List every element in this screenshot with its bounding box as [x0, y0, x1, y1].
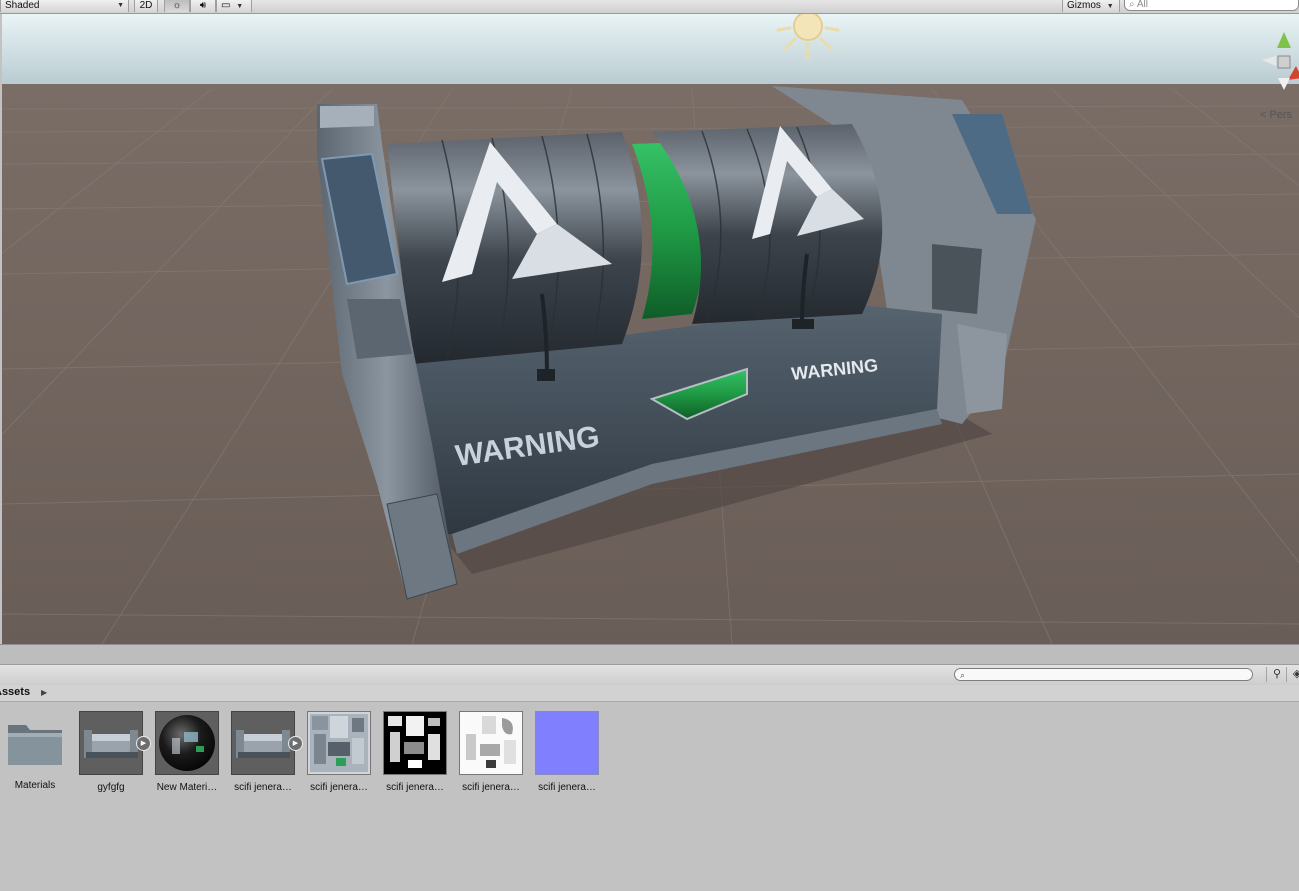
model-thumbnail: ▶ [79, 711, 151, 775]
breadcrumb-assets[interactable]: Assets [0, 685, 30, 700]
asset-label: New Materi… [156, 782, 218, 793]
asset-item[interactable]: ▶ scifi jenera… [225, 711, 303, 793]
project-search-input[interactable]: ⌕ [954, 668, 1253, 681]
texture-thumbnail [459, 711, 523, 775]
sky [2, 14, 1299, 94]
asset-label: scifi jenera… [386, 782, 444, 793]
chevron-down-icon: ▼ [236, 3, 244, 10]
folder-icon [4, 711, 66, 773]
draw-mode-label: Shaded [5, 0, 40, 11]
asset-item[interactable]: scifi jenera… [301, 711, 377, 793]
image-effects-icon: ▭ [221, 0, 231, 11]
label-icon: ⚲ [1272, 668, 1282, 680]
scene-lighting-button[interactable]: ☼ [164, 0, 190, 12]
asset-item[interactable]: scifi jenera… [529, 711, 605, 793]
material-thumbnail [155, 711, 219, 775]
chevron-left-icon: < [1260, 109, 1267, 121]
asset-label: gyfgfg [97, 782, 125, 793]
draw-mode-dropdown[interactable]: Shaded ▼ [0, 0, 129, 12]
type-filter-icon: ◈ [1292, 668, 1299, 680]
breadcrumb: Assets ▶ [0, 685, 1299, 702]
2d-toggle-label: 2D [139, 0, 153, 11]
projection-label[interactable]: < Pers [1260, 109, 1292, 121]
gizmos-label: Gizmos [1067, 0, 1101, 11]
chevron-down-icon: ▼ [117, 2, 124, 9]
asset-item[interactable]: New Materi… [149, 711, 225, 793]
scene-viewport[interactable]: WARNING WARNING < Pers [2, 14, 1299, 644]
filter-by-label-button[interactable]: ⚲ [1266, 667, 1287, 682]
2d-toggle-button[interactable]: 2D [134, 0, 158, 12]
texture-thumbnail [383, 711, 447, 775]
scene-audio-button[interactable]: 🔊︎ [190, 0, 216, 12]
texture-thumbnail [535, 711, 599, 775]
panel-splitter[interactable] [0, 644, 1299, 665]
search-icon: ⌕ [1129, 0, 1135, 10]
chevron-down-icon: ▼ [1106, 3, 1114, 10]
texture-thumbnail [307, 711, 371, 775]
sun-lighting-icon: ☼ [172, 0, 182, 11]
filter-by-type-button[interactable]: ◈ [1286, 667, 1299, 682]
asset-grid: Materials ▶ gyfgfg New Materi… ▶ scifi j… [0, 702, 1299, 891]
audio-icon: 🔊︎ [199, 0, 207, 11]
asset-item[interactable]: ▶ gyfgfg [73, 711, 151, 793]
scene-effects-dropdown[interactable]: ▭ ▼ [216, 0, 252, 12]
projection-label-text: Pers [1269, 109, 1293, 121]
search-icon: ⌕ [960, 670, 966, 680]
asset-label: scifi jenera… [462, 782, 520, 793]
project-toolbar: ⌕ ⚲ ◈ [0, 664, 1299, 686]
chevron-right-icon: ▶ [41, 688, 48, 697]
scene-search-placeholder: All [1136, 0, 1148, 10]
scene-search-input[interactable]: ⌕ All [1124, 0, 1299, 11]
asset-label: Materials [14, 780, 56, 791]
asset-label: scifi jenera… [310, 782, 368, 793]
asset-label: scifi jenera… [234, 782, 292, 793]
asset-label: scifi jenera… [538, 782, 596, 793]
asset-item[interactable]: Materials [0, 711, 73, 791]
model-thumbnail: ▶ [231, 711, 303, 775]
gizmos-dropdown[interactable]: Gizmos ▼ [1062, 0, 1120, 12]
scene-toolbar: Shaded ▼ 2D ☼ 🔊︎ ▭ ▼ Gizmos ▼ ⌕ All [0, 0, 1299, 14]
asset-item[interactable]: scifi jenera… [377, 711, 453, 793]
asset-item[interactable]: scifi jenera… [453, 711, 529, 793]
